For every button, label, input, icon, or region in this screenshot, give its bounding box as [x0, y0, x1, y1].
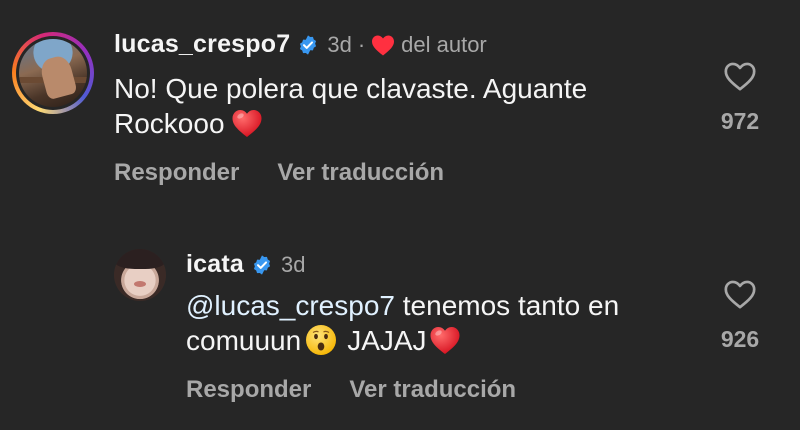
username[interactable]: lucas_crespo7 — [114, 30, 290, 59]
like-group: 926 — [710, 278, 770, 353]
hushed-face-emoji — [306, 325, 337, 355]
comment-body-part1: tenemos tanto en — [402, 290, 620, 321]
comment-text: No! Que polera que clavaste. Aguante Roc… — [114, 71, 674, 141]
comment-text: @lucas_crespo7 tenemos tanto en comuuun … — [186, 288, 706, 358]
comment-body: No! Que polera que clavaste. Aguante Roc… — [114, 73, 588, 139]
see-translation-button[interactable]: Ver traducción — [277, 159, 444, 187]
comment-actions: Responder Ver traducción — [114, 159, 444, 187]
comment-actions: Responder Ver traducción — [186, 376, 516, 404]
avatar[interactable] — [114, 249, 166, 301]
verified-badge-icon — [253, 254, 271, 275]
see-translation-button[interactable]: Ver traducción — [349, 376, 516, 404]
verified-badge-icon — [300, 34, 317, 55]
reply-button[interactable]: Responder — [114, 159, 239, 187]
comment-body-part3: JAJAJ — [347, 325, 427, 356]
comment-header: lucas_crespo7 3d · del autor — [114, 30, 487, 59]
like-group: 972 — [710, 60, 770, 135]
comment-header: icata 3d — [186, 250, 305, 279]
red-heart-emoji — [232, 110, 262, 137]
like-count: 926 — [720, 326, 760, 352]
author-like-label: del autor — [401, 31, 487, 57]
red-heart-emoji — [430, 327, 460, 354]
comment-body-part2: comuuun — [186, 325, 302, 356]
red-heart-icon — [372, 35, 395, 55]
comment-time: 3d — [280, 251, 306, 277]
like-count: 972 — [720, 108, 760, 134]
username[interactable]: icata — [186, 250, 244, 279]
heart-outline-icon[interactable] — [723, 278, 757, 310]
mention-link[interactable]: @lucas_crespo7 — [186, 290, 395, 321]
reply-button[interactable]: Responder — [186, 376, 311, 404]
comment-time: 3d — [327, 31, 352, 57]
separator-dot: · — [357, 31, 366, 57]
avatar[interactable] — [19, 39, 87, 107]
heart-outline-icon[interactable] — [723, 60, 757, 92]
